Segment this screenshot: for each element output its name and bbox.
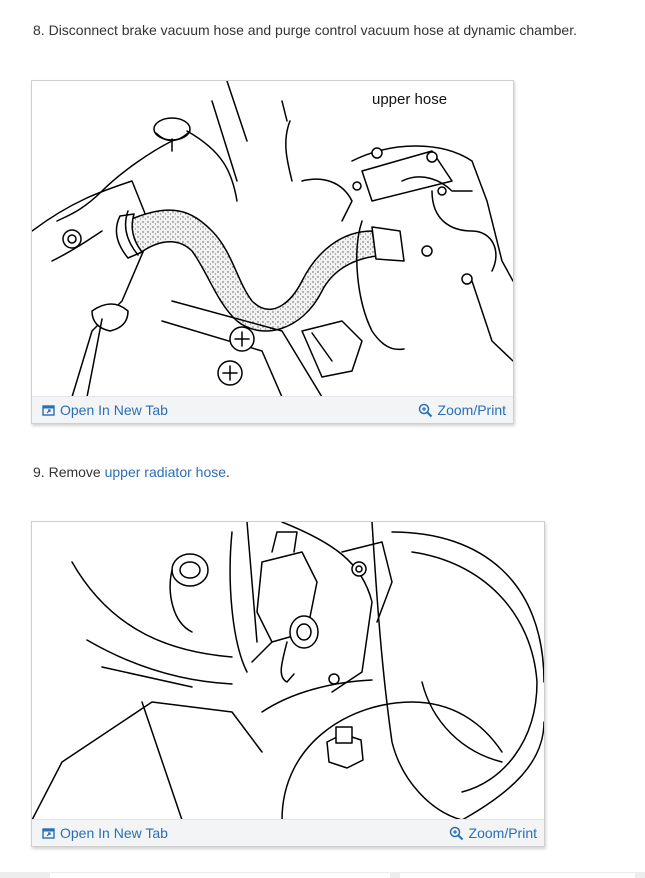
upper-radiator-hose-link[interactable]: upper radiator hose bbox=[105, 464, 226, 480]
open-tab-label: Open In New Tab bbox=[60, 402, 168, 418]
step-8-zoom-print-link[interactable]: Zoom/Print bbox=[418, 402, 506, 418]
step-8-open-tab-link[interactable]: Open In New Tab bbox=[42, 402, 168, 418]
zoom-print-label: Zoom/Print bbox=[437, 402, 506, 418]
figure-caption: upper hose bbox=[372, 91, 448, 108]
step-9-illustration bbox=[32, 522, 544, 820]
zoom-icon bbox=[449, 826, 463, 840]
page-bottom-divider bbox=[0, 872, 645, 878]
step-8-instruction: 8. Disconnect brake vacuum hose and purg… bbox=[33, 21, 577, 39]
open-tab-icon bbox=[42, 827, 55, 839]
step-9-number: 9. bbox=[33, 464, 45, 480]
zoom-icon bbox=[418, 403, 432, 417]
zoom-print-label: Zoom/Print bbox=[468, 825, 537, 841]
step-9-figure: Open In New Tab Zoom/Print bbox=[31, 521, 545, 847]
step-8-figure-toolbar: Open In New Tab Zoom/Print bbox=[32, 396, 513, 423]
open-tab-label: Open In New Tab bbox=[60, 825, 168, 841]
step-9-figure-toolbar: Open In New Tab Zoom/Print bbox=[32, 819, 544, 846]
step-8-illustration bbox=[32, 81, 513, 397]
bottom-strip-segment bbox=[50, 873, 390, 878]
step-8-text: Disconnect brake vacuum hose and purge c… bbox=[48, 22, 577, 38]
step-9-text-end: . bbox=[226, 464, 230, 480]
step-9-open-tab-link[interactable]: Open In New Tab bbox=[42, 825, 168, 841]
step-8-figure: upper hose Open In New Tab Zoom/Print bbox=[31, 80, 514, 424]
step-9-text: Remove bbox=[48, 464, 105, 480]
step-8-number: 8. bbox=[33, 22, 45, 38]
open-tab-icon bbox=[42, 404, 55, 416]
bottom-strip-segment bbox=[400, 873, 635, 878]
step-9-zoom-print-link[interactable]: Zoom/Print bbox=[449, 825, 537, 841]
step-9-instruction: 9. Remove upper radiator hose. bbox=[33, 463, 230, 481]
